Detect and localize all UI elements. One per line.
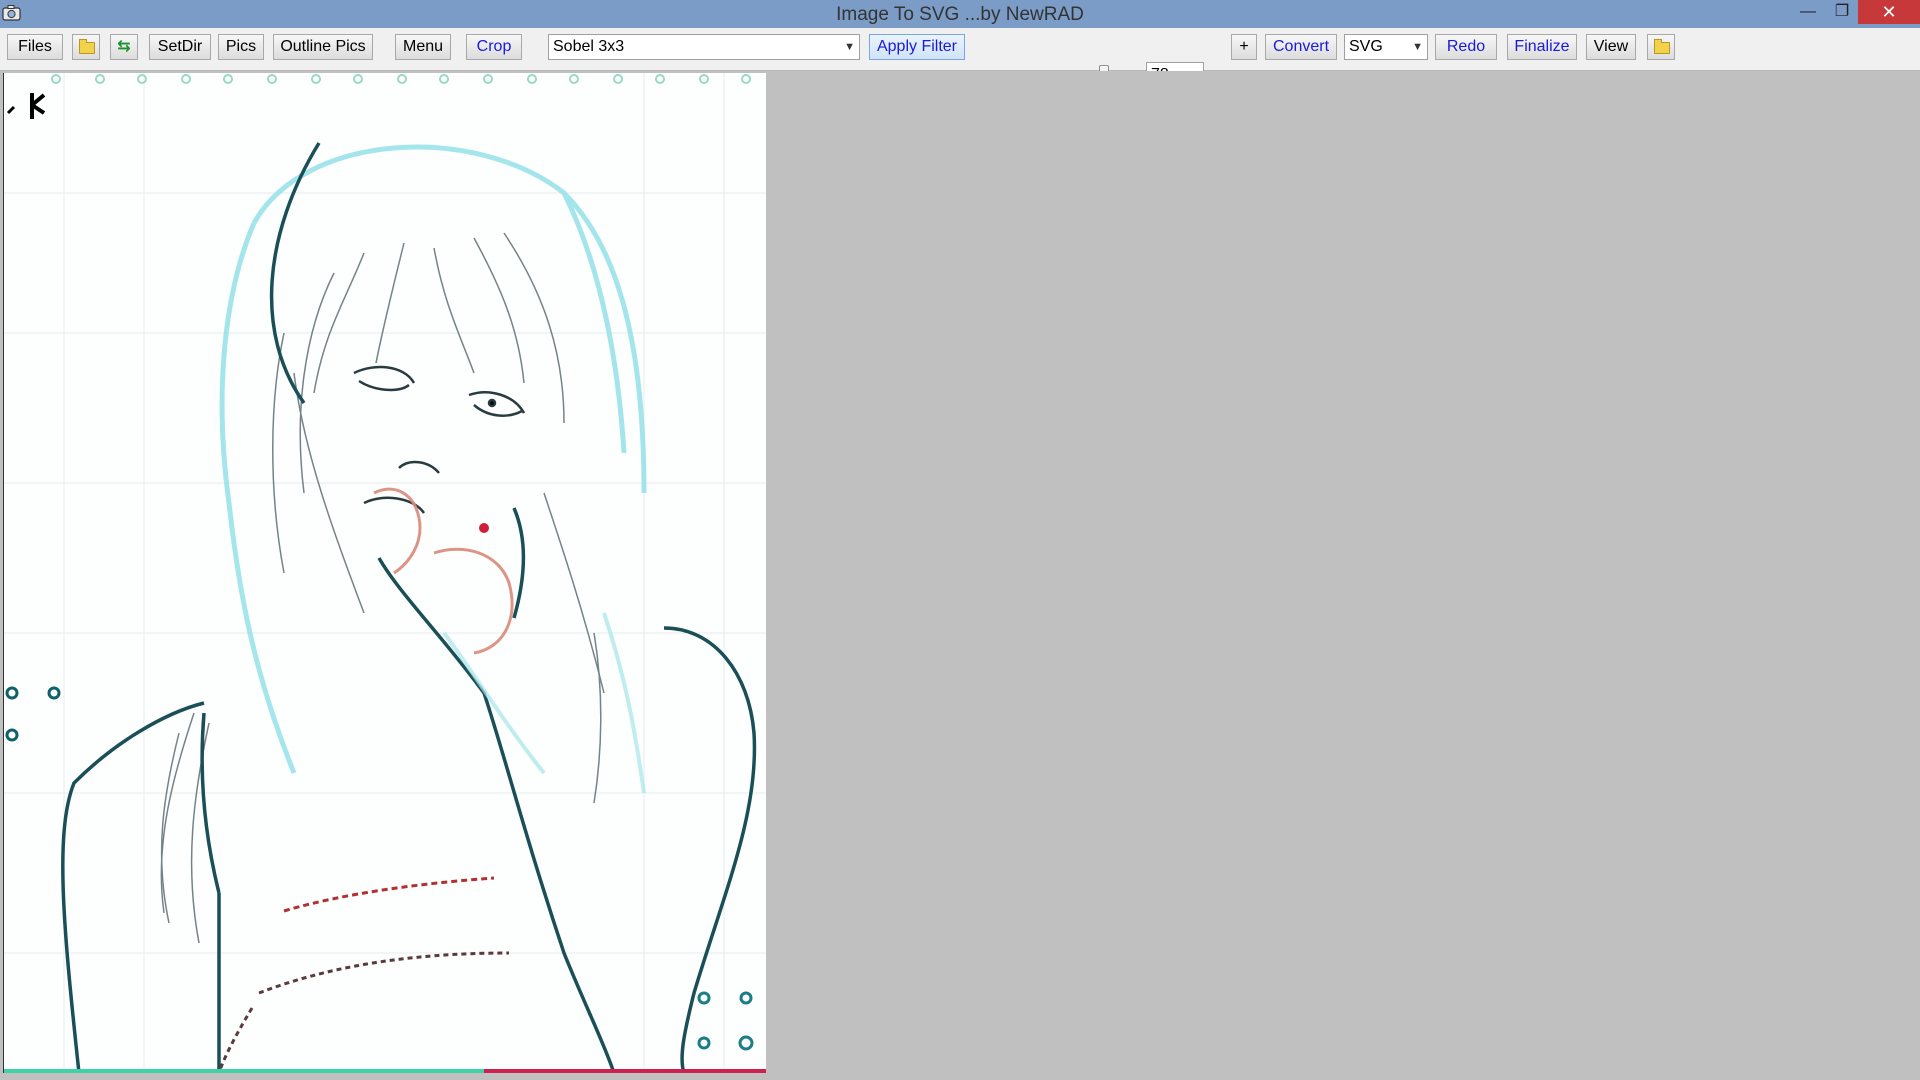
format-select[interactable]: SVG ▼ [1344,34,1428,60]
image-preview[interactable] [3,73,766,1073]
files-button[interactable]: Files [7,34,63,60]
background-texture [4,73,766,1073]
chevron-down-icon: ▼ [1412,41,1423,53]
plus-button[interactable]: + [1231,34,1257,60]
toolbar: Files ⇆ SetDir Pics Outline Pics Menu Cr… [0,28,1920,88]
bottom-strip-left [4,1069,484,1073]
open-output-folder-button[interactable] [1647,34,1675,60]
hand-outline [373,487,514,655]
crop-button[interactable]: Crop [466,34,522,60]
folder-icon [1654,39,1670,54]
redo-button[interactable]: Redo [1435,34,1497,60]
chevron-down-icon: ▼ [844,41,855,53]
filter-select[interactable]: Sobel 3x3 ▼ [548,34,860,60]
finalize-button[interactable]: Finalize [1507,34,1577,60]
minimize-button[interactable]: — [1790,0,1826,24]
dress-stitch-lower [217,951,510,1073]
hair-outline-glow [219,144,647,774]
pics-button[interactable]: Pics [218,34,264,60]
refresh-icon: ⇆ [117,38,131,55]
apply-filter-button[interactable]: Apply Filter [869,34,965,60]
filter-select-value: Sobel 3x3 [553,38,625,55]
body-outline [61,142,757,1073]
workspace [0,71,1920,1080]
folder-icon [79,39,95,54]
edge-filtered-image [4,73,766,1073]
dot-row-top [51,74,751,84]
view-button[interactable]: View [1586,34,1636,60]
app-window: Image To SVG ...by NewRAD — ❐ ✕ Files ⇆ … [0,0,1920,1080]
dot-column-right [697,991,754,1051]
bottom-strip-right [484,1069,766,1073]
convert-button[interactable]: Convert [1265,34,1337,60]
ring-highlight [479,523,489,533]
maximize-button[interactable]: ❐ [1824,0,1860,24]
outline-pics-button[interactable]: Outline Pics [273,34,373,60]
close-button[interactable]: ✕ [1858,0,1920,24]
dot-column-left [5,686,61,742]
title-bar[interactable]: Image To SVG ...by NewRAD — ❐ ✕ [0,0,1920,28]
menu-button[interactable]: Menu [395,34,451,60]
window-title: Image To SVG ...by NewRAD [836,4,1084,25]
setdir-button[interactable]: SetDir [149,34,211,60]
refresh-button[interactable]: ⇆ [110,34,138,60]
format-select-value: SVG [1349,38,1383,55]
arm-glow [442,612,646,794]
dress-stitch-upper [283,876,495,913]
logo-mark [6,93,46,119]
open-folder-button[interactable] [72,34,100,60]
